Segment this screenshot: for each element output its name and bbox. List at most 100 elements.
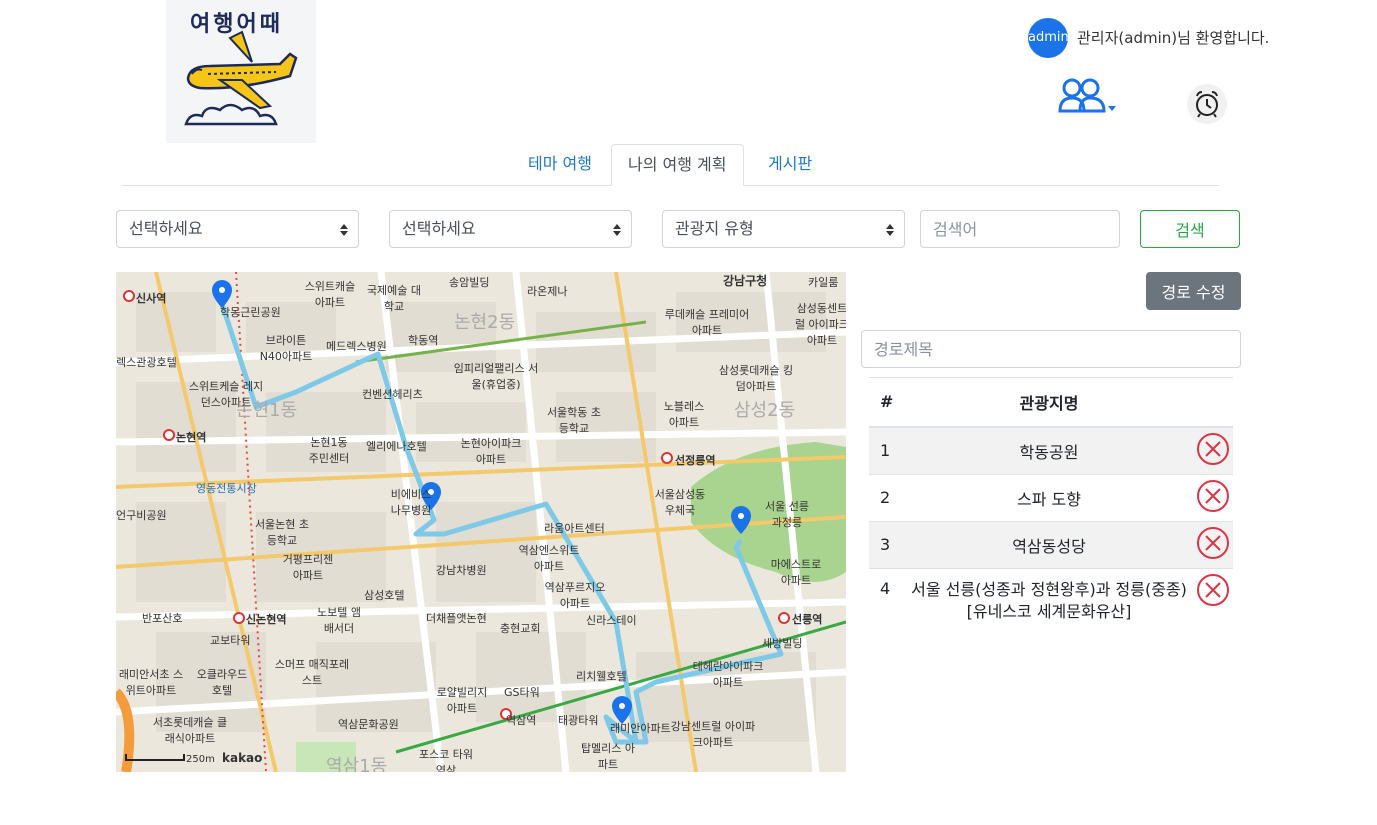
map-label: 강남차병원 — [436, 564, 487, 577]
avatar[interactable]: admin — [1028, 18, 1068, 58]
map-label: 학동역 — [408, 334, 439, 347]
nav-tabs: 테마 여행 나의 여행 계획 게시판 — [122, 144, 1219, 186]
airplane-logo-icon — [184, 30, 298, 126]
map-label: 세방빌딩 — [762, 637, 803, 650]
map-labels: 신사역 학동근린공원 스위트캐슬 아파트 국제예술 대학교 송암빌딩 라온제나 … — [116, 272, 846, 772]
table-row: 2 스파 도향 — [869, 473, 1233, 521]
edit-route-button[interactable]: 경로 수정 — [1146, 272, 1241, 310]
map-label: 언구비공원 — [116, 509, 167, 522]
map-label: 논현아이파크 아파트 — [460, 437, 522, 466]
column-header-actions — [1193, 377, 1233, 428]
welcome-text: 관리자(admin)님 환영합니다. — [1077, 29, 1270, 47]
map-label: 노보텔 앰배서더 — [317, 606, 361, 635]
map-label: 컨벤션헤리츠 — [362, 388, 423, 401]
map-label: 논현1동 주민센터 — [308, 436, 350, 465]
delete-circle-x-icon — [1197, 573, 1229, 606]
map-scale-label: 250m — [186, 754, 215, 765]
delete-circle-x-icon — [1197, 432, 1229, 465]
map-label: 삼성2동 — [734, 400, 796, 421]
map-label: 노블레스 아파트 — [663, 400, 705, 429]
search-button[interactable]: 검색 — [1140, 210, 1240, 248]
region-select[interactable]: 선택하세요 — [116, 210, 359, 248]
map-label: 브라이튼 N40아파트 — [259, 334, 313, 363]
table-row: 3 역삼동성당 — [869, 520, 1233, 568]
map-label: 역삼푸르지오 아파트 — [544, 581, 606, 610]
column-header-name: 관광지명 — [905, 377, 1193, 428]
map-label: 서울삼성동 우체국 — [654, 488, 706, 517]
map-label: 국제예술 대학교 — [366, 284, 422, 313]
map-label: 서초롯데캐슬 클래식아파트 — [152, 716, 228, 745]
map-label: 삼성호텔 — [364, 589, 405, 602]
map-label: 논현2동 — [454, 312, 516, 333]
map-label: 삼성동센트럴 아이파크아파트 — [794, 302, 846, 347]
page: 여행어때 admin 관리자(admin)님 환영합니다. 테마 여행 나의 여… — [0, 0, 1377, 825]
map-label: 신라스테이 — [586, 614, 637, 627]
map-label: 루데캐슬 프레미어아파트 — [664, 308, 750, 337]
row-number: 1 — [869, 426, 905, 474]
map-label: 렉스관광호텔 — [116, 356, 177, 369]
table-row: 1 학동공원 — [869, 426, 1233, 474]
attraction-name: 학동공원 — [905, 426, 1193, 474]
attraction-name: 스파 도향 — [905, 473, 1193, 521]
site-logo[interactable]: 여행어때 — [166, 0, 316, 143]
users-dropdown-button[interactable] — [1058, 78, 1120, 118]
route-table: # 관광지명 1 학동공원 2 스파 도향 3 역삼동성당 4 서울 선릉(성종… — [869, 377, 1233, 633]
map-label: 선릉역 — [792, 613, 823, 626]
select-caret-icon — [340, 224, 348, 236]
subregion-select-value: 선택하세요 — [402, 219, 476, 238]
map-label: 카일룸 — [808, 276, 839, 289]
map-label: 강남구청 — [723, 274, 768, 288]
map-label: 반포산호 — [142, 612, 183, 625]
map-label: 학동근린공원 — [220, 306, 281, 319]
attraction-name: 서울 선릉(성종과 정현왕후)과 정릉(중종) [유네스코 세계문화유산] — [905, 567, 1193, 633]
map-label: 교보타워 — [210, 634, 251, 647]
map-label: 역삼문화공원 — [338, 718, 399, 731]
map-label: 임피리얼팰리스 서울(휴업중) — [453, 362, 539, 391]
map-label: 송암빌딩 — [449, 276, 490, 289]
map-label: 비에비스 나무병원 — [390, 488, 432, 517]
delete-button[interactable] — [1196, 573, 1230, 607]
map-label: 신사역 — [136, 292, 167, 305]
map-label: 논현1동 — [236, 400, 298, 421]
delete-button[interactable] — [1196, 479, 1230, 513]
row-number: 2 — [869, 473, 905, 521]
map-label: 스머프 매직포레스트 — [274, 658, 350, 687]
map-label: 스위트캐슬 아파트 — [304, 280, 356, 309]
row-number: 4 — [869, 567, 905, 633]
map-view[interactable]: 신사역 학동근린공원 스위트캐슬 아파트 국제예술 대학교 송암빌딩 라온제나 … — [116, 272, 846, 772]
tab-board[interactable]: 게시판 — [752, 144, 828, 186]
tab-theme-travel[interactable]: 테마 여행 — [512, 144, 608, 186]
map-label: 태광타워 — [558, 714, 599, 727]
table-header-row: # 관광지명 — [869, 377, 1233, 428]
map-label: 서울학동 초등학교 — [546, 406, 602, 435]
map-label: 라움아트센터 — [544, 522, 605, 535]
route-title-input[interactable] — [861, 330, 1241, 368]
map-label: 마에스트로 아파트 — [770, 558, 822, 587]
row-number: 3 — [869, 520, 905, 568]
attraction-type-select-value: 관광지 유형 — [675, 219, 754, 238]
delete-circle-x-icon — [1197, 479, 1229, 512]
subregion-select[interactable]: 선택하세요 — [389, 210, 632, 248]
alarm-button[interactable] — [1187, 84, 1227, 124]
map-label: 역삼엔스위트 아파트 — [518, 544, 580, 573]
map-label: 래미안아파트 — [610, 722, 671, 735]
map-label: 신논현역 — [246, 613, 287, 626]
attraction-type-select[interactable]: 관광지 유형 — [662, 210, 905, 248]
column-header-number: # — [869, 377, 905, 428]
map-label: 서울논현 초등학교 — [254, 518, 310, 547]
search-input[interactable] — [920, 210, 1120, 248]
map-label: 포스코 타워역삼 — [418, 748, 474, 772]
select-caret-icon — [886, 224, 894, 236]
select-caret-icon — [613, 224, 621, 236]
map-label: 라온제나 — [527, 285, 568, 298]
map-label: 강남센트럴 아이파크아파트 — [670, 720, 756, 749]
region-select-value: 선택하세요 — [129, 219, 203, 238]
map-label: 메드렉스병원 — [326, 340, 387, 353]
table-row: 4 서울 선릉(성종과 정현왕후)과 정릉(중종) [유네스코 세계문화유산] — [869, 567, 1233, 633]
delete-button[interactable] — [1196, 432, 1230, 466]
delete-button[interactable] — [1196, 526, 1230, 560]
tab-my-travel-plan[interactable]: 나의 여행 계획 — [611, 144, 744, 186]
users-icon — [1058, 78, 1116, 113]
map-label: GS타워 — [504, 686, 540, 699]
map-label: 역삼1동 — [326, 756, 388, 772]
